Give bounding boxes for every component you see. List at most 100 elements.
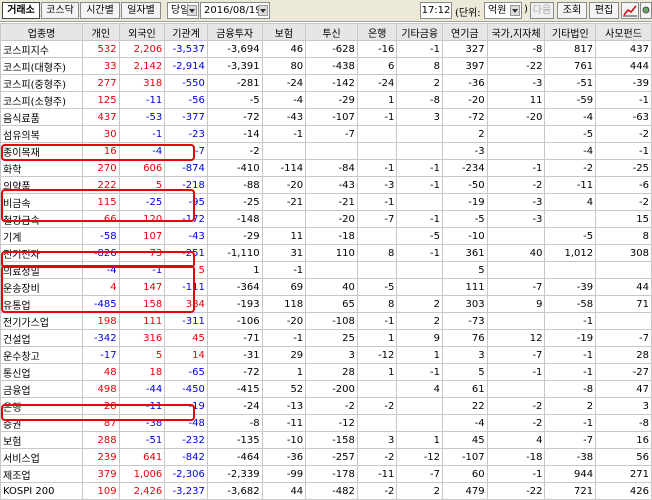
value-cell: 426 [595,482,652,500]
value-cell: 817 [544,40,597,58]
tab-hourly[interactable]: 시간별 [80,2,120,19]
column-header[interactable]: 연기금 [442,23,488,41]
value-cell: 1 [356,329,398,347]
settings-icon[interactable] [640,2,652,19]
value-cell: -218 [164,176,208,194]
value-cell: -2,339 [206,465,263,483]
column-header[interactable]: 외국인 [118,23,166,41]
tab-kosdaq[interactable]: 코스닥 [41,2,79,19]
column-header[interactable]: 기타금융 [396,23,444,41]
column-header[interactable]: 개인 [82,23,120,41]
table-row[interactable]: 기계 -58 107 -43 -29 11 -18 -5 -10 -5 8 [0,227,652,245]
value-cell: 15 [595,210,652,228]
value-cell: -200 [305,380,358,398]
table-row[interactable]: 운수창고 -17 5 14 -31 29 3 -12 1 3 -7 -1 28 [0,346,652,364]
search-button[interactable]: 조회 [557,2,587,19]
value-cell: -51 [544,74,597,92]
period-dropdown-icon[interactable] [187,5,197,16]
value-cell: -51 [118,431,166,449]
column-header[interactable]: 업종명 [0,23,84,41]
period-select[interactable]: 당일 [167,2,199,19]
table-row[interactable]: 제조업 379 1,006 -2,306 -2,339 -99 -178 -11 -7 60 -1 9… [0,465,652,483]
date-dropdown-icon[interactable] [258,5,268,16]
table-row[interactable]: 비금속 115 -25 -95 -25 -21 -21 -1 -19 -3 4 -2 [0,193,652,211]
column-header[interactable]: 기관계 [164,23,208,41]
table-row[interactable]: 섬유의복 30 -1 -23 -14 -1 -7 2 -5 -2 [0,125,652,143]
table-row[interactable]: 코스피지수 532 2,206 -3,537 -3,694 46 -628 -16 -1 327-… [0,40,652,58]
column-header[interactable]: 사모펀드 [595,23,652,41]
table-row[interactable]: 철강금속 66 120 -172 -148 -20 -7 -1 -5 -3 15 [0,210,652,228]
column-header[interactable]: 투신 [305,23,358,41]
date-select[interactable]: 2016/08/19 [200,2,270,19]
edit-button[interactable]: 편집 [589,2,619,19]
value-cell: -4 [442,414,488,432]
value-cell [396,278,444,296]
table-row[interactable]: 의료정밀 -4 -1 5 1 -1 5 [0,261,652,279]
table-row[interactable]: 보험 288 -51 -232 -135 -10 -158 3 1 45 4 -7 16 [0,431,652,449]
table-header: 업종명 개인 외국인 기관계 금융투자 보험 투신 은행 기타금융 연기금 국가,지자체 기타법인 사모… [0,23,652,41]
table-row[interactable]: 금융업 498 -44 -450 -415 52 -200 4 61 -8 47 [0,380,652,398]
value-cell: 397 [442,57,488,75]
value-cell: 46 [261,40,307,58]
table-row[interactable]: 음식료품 437 -53 -377 -72 -43 -107 -1 3 -72 -20 -4 -63 [0,108,652,126]
table-row[interactable]: 코스피(중형주) 277 318 -550 -281 -24 -142 -24 2 -36 -3 -5… [0,74,652,92]
value-cell: 65 [305,295,358,313]
value-cell: -8 [544,380,597,398]
value-cell: -410 [206,159,263,177]
table-row[interactable]: 유통업 -485 158 384 -193 118 65 8 2 303 9 -58 71 [0,295,652,313]
value-cell: -5 [442,210,488,228]
tab-exchange[interactable]: 거래소 [2,2,40,19]
value-cell: -550 [164,74,208,92]
table-row[interactable]: KOSPI 200 109 2,426 -3,237 -3,682 44 -482 -2 2 47… [0,482,652,500]
value-cell: -2,306 [164,465,208,483]
unit-select[interactable]: 억원 [484,2,522,19]
column-header[interactable]: 금융투자 [206,23,263,41]
value-cell: 479 [442,482,488,500]
value-cell: -2 [486,397,546,415]
value-cell: -234 [442,159,488,177]
sector-name-cell: 화학 [0,159,84,177]
value-cell: 316 [118,329,166,347]
table-row[interactable]: 코스피(대형주) 33 2,142 -2,914 -3,391 80 -438 6 8 397 -2… [0,57,652,75]
table-row[interactable]: 종이목재 16 -4 -7 -2 -3 -4 -1 [0,142,652,160]
value-cell: 8 [595,227,652,245]
tab-daily[interactable]: 일자별 [121,2,161,19]
value-cell: -19 [164,397,208,415]
value-cell: -1 [486,363,546,381]
table-row[interactable]: 화학 270 606 -874 -410 -114 -84 -1 -1 -234 -1 -2 -25 [0,159,652,177]
unit-dropdown-icon[interactable] [510,5,520,16]
value-cell: -3,694 [206,40,263,58]
value-cell: 4 [396,380,444,398]
column-header[interactable]: 은행 [356,23,398,41]
unit-close-paren: ) [524,4,528,15]
value-cell: -2 [486,176,546,194]
sector-name-cell: 금융업 [0,380,84,398]
table-row[interactable]: 은행 28 -11 -19 -24 -13 -2 -2 22 -2 2 3 [0,397,652,415]
value-cell [544,261,597,279]
table-row[interactable]: 운송장비 4 147 -111 -364 69 40 -5 111 -7 -39 44 [0,278,652,296]
sector-name-cell: 종이목재 [0,142,84,160]
value-cell: -36 [442,74,488,92]
column-header[interactable]: 국가,지자체 [486,23,546,41]
table-row[interactable]: 의약품 222 5 -218 -88 -20 -43 -3 -1 -50 -2 -11 -6 [0,176,652,194]
table-row[interactable]: 전기전자 -826 73 -251 -1,110 31 110 8 -1 361 40 1,012 30… [0,244,652,262]
table-row[interactable]: 전기가스업 198 111 -311 -106 -20 -108 -1 2 -73 -1 [0,312,652,330]
value-cell: -1 [396,244,444,262]
column-header[interactable]: 보험 [261,23,307,41]
value-cell [305,142,358,160]
table-row[interactable]: 서비스업 239 641 -842 -464 -36 -257 -2 -12 -107 -18 -38… [0,448,652,466]
table-row[interactable]: 통신업 48 18 -65 -72 1 28 1 -1 5 -1 -1 -27 [0,363,652,381]
value-cell: -485 [82,295,120,313]
table-row[interactable]: 증권 87 -38 -48 -8 -11 -12 -4 -2 -1 -8 [0,414,652,432]
value-cell: 5 [118,346,166,364]
table-row[interactable]: 건설업 -342 316 45 -71 -1 25 1 9 76 12 -19 -7 [0,329,652,347]
table-row[interactable]: 코스피(소형주) 125 -11 -56 -5 -4 -29 1 -8 -20 11 -59 -1 [0,91,652,109]
sector-name-cell: 섬유의복 [0,125,84,143]
unit-select-value: 억원 [488,5,507,16]
value-cell: 109 [82,482,120,500]
chart-icon[interactable] [621,2,639,19]
column-header[interactable]: 기타법인 [544,23,597,41]
value-cell [305,261,358,279]
value-cell: -10 [442,227,488,245]
next-button[interactable]: 다음 [530,2,554,19]
